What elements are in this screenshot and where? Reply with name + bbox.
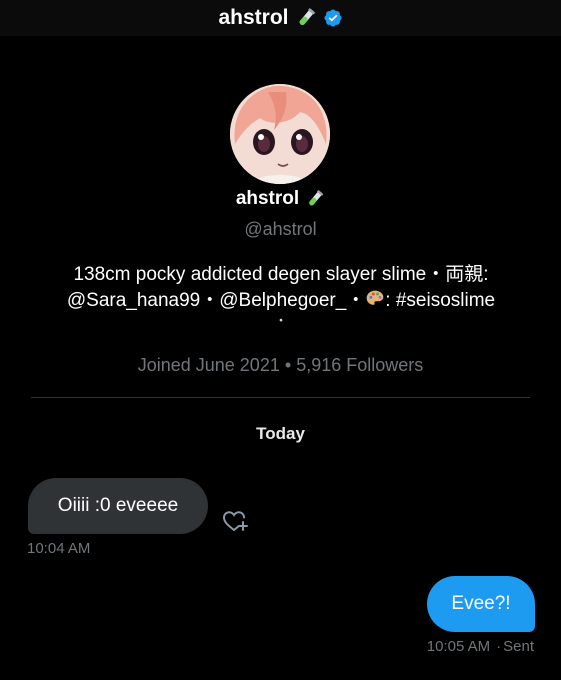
message-bubble-sent[interactable]: Evee?! (427, 576, 535, 632)
header-title[interactable]: ahstrol (218, 6, 288, 30)
message-timestamp: 10:05 AM (426, 638, 491, 655)
test-tube-icon (309, 190, 324, 206)
message-text: Oiiii :0 eveeee (57, 495, 179, 516)
profile-display-name[interactable]: ahstrol (236, 188, 299, 210)
avatar-image (230, 84, 330, 184)
add-reaction-icon[interactable] (221, 508, 249, 534)
profile-bio: 138cm pocky addicted degen slayer slime・… (36, 262, 526, 328)
bio-mentions[interactable]: @Sara_hana99・@Belphegoer_・ (67, 290, 365, 311)
bio-hashtag[interactable]: : #seisoslime (385, 290, 495, 311)
message-timestamp: 10:04 AM (27, 540, 91, 557)
bio-line: 138cm pocky addicted degen slayer slime・… (73, 264, 489, 285)
bio-line: @Sara_hana99・@Belphegoer_・ : #seisoslime (36, 288, 526, 314)
message-bubble-received[interactable]: Oiiii :0 eveeee (28, 478, 208, 534)
divider (31, 397, 530, 398)
profile-name-row: ahstrol (0, 188, 561, 210)
message-meta: 10:05 AM · Sent (427, 638, 534, 655)
profile-meta: Joined June 2021 • 5,916 Followers (0, 355, 561, 376)
message-status: Sent (503, 638, 534, 655)
bio-line: ・ (274, 313, 288, 328)
day-separator: Today (256, 424, 305, 443)
test-tube-icon (299, 8, 315, 25)
verified-badge-icon (323, 9, 342, 27)
joined-date: Joined June 2021 (137, 355, 280, 375)
avatar[interactable] (230, 84, 330, 184)
conversation-header: ahstrol (0, 0, 561, 36)
meta-separator: • (284, 355, 292, 375)
followers-count[interactable]: 5,916 Followers (296, 355, 423, 375)
message-text: Evee?! (451, 593, 511, 614)
artist-palette-icon (366, 290, 384, 305)
profile-handle[interactable]: @ahstrol (0, 219, 561, 240)
meta-dot: · (496, 638, 502, 655)
